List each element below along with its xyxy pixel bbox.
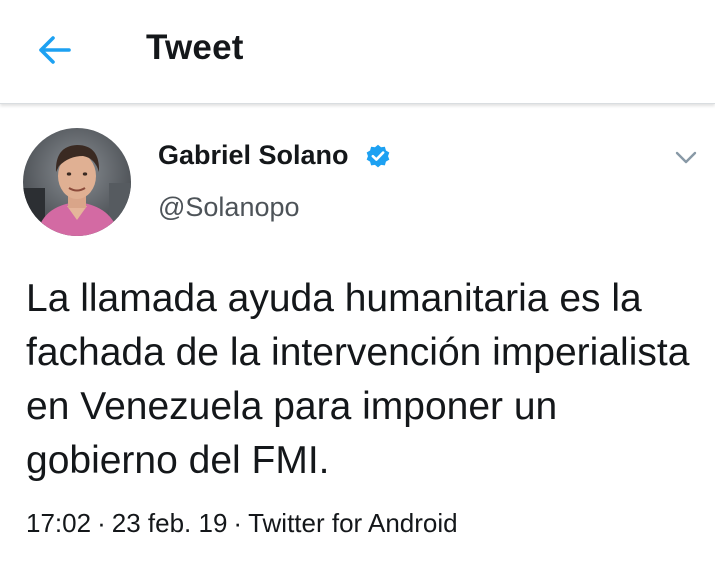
meta-separator: · [97, 508, 106, 538]
top-bar: Tweet [0, 0, 715, 104]
meta-separator: · [233, 508, 243, 538]
verified-badge-icon [366, 144, 390, 168]
page-title: Tweet [146, 28, 244, 67]
chevron-down-icon [675, 151, 697, 164]
author-handle[interactable]: @Solanopo [158, 192, 300, 223]
tweet-time: 17:02 [26, 508, 92, 538]
tweet-date: 23 feb. 19 [111, 508, 228, 538]
tweet-text: La llamada ayuda humanitaria es la facha… [26, 277, 690, 482]
back-button[interactable] [26, 24, 82, 76]
tweet-meta: 17:02 · 23 feb. 19 · Twitter for Android [26, 508, 458, 539]
arrow-left-icon [39, 36, 71, 64]
author-name[interactable]: Gabriel Solano [158, 140, 349, 171]
tweet-source[interactable]: Twitter for Android [248, 508, 458, 538]
avatar[interactable] [23, 128, 131, 236]
tweet-menu-button[interactable] [670, 146, 702, 170]
